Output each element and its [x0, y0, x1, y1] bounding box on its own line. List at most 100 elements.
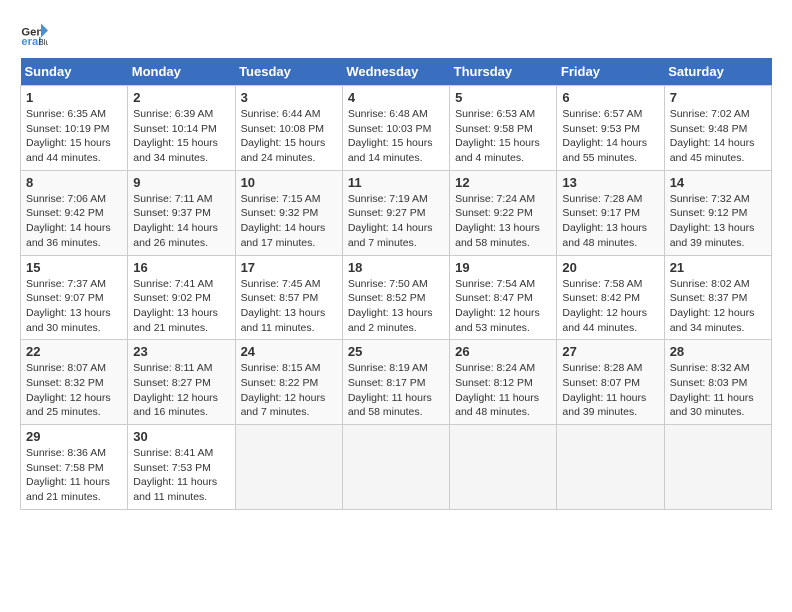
calendar-day-cell: 16 Sunrise: 7:41 AMSunset: 9:02 PMDayligh…	[128, 255, 235, 340]
logo: Gen eral Blue	[20, 20, 52, 48]
day-number: 5	[455, 90, 551, 105]
calendar-day-cell: 19Sunrise: 7:54 AMSunset: 8:47 PMDayligh…	[450, 255, 557, 340]
day-info: Sunrise: 8:07 AMSunset: 8:32 PMDaylight:…	[26, 361, 122, 420]
calendar-day-cell: 9 Sunrise: 7:11 AMSunset: 9:37 PMDaylight…	[128, 170, 235, 255]
day-number: 22	[26, 344, 122, 359]
day-info: Sunrise: 8:19 AMSunset: 8:17 PMDaylight:…	[348, 361, 444, 420]
day-info: Sunrise: 8:41 AMSunset: 7:53 PMDaylight:…	[133, 446, 229, 505]
calendar-day-cell: 28Sunrise: 8:32 AMSunset: 8:03 PMDayligh…	[664, 340, 771, 425]
day-number: 12	[455, 175, 551, 190]
day-info: Sunrise: 7:32 AMSunset: 9:12 PMDaylight:…	[670, 192, 766, 251]
calendar-day-cell: 8 Sunrise: 7:06 AMSunset: 9:42 PMDaylight…	[21, 170, 128, 255]
day-number: 17	[241, 260, 337, 275]
calendar-header: SundayMondayTuesdayWednesdayThursdayFrid…	[21, 58, 772, 86]
calendar-week-row: 1 Sunrise: 6:35 AMSunset: 10:19 PMDayligh…	[21, 86, 772, 171]
calendar-day-cell: 15 Sunrise: 7:37 AMSunset: 9:07 PMDayligh…	[21, 255, 128, 340]
calendar-day-cell	[557, 425, 664, 510]
calendar-day-cell	[235, 425, 342, 510]
weekday-header: Tuesday	[235, 58, 342, 86]
day-number: 9	[133, 175, 229, 190]
calendar-week-row: 15 Sunrise: 7:37 AMSunset: 9:07 PMDayligh…	[21, 255, 772, 340]
day-number: 30	[133, 429, 229, 444]
day-number: 29	[26, 429, 122, 444]
day-number: 20	[562, 260, 658, 275]
day-info: Sunrise: 8:28 AMSunset: 8:07 PMDaylight:…	[562, 361, 658, 420]
day-info: Sunrise: 7:19 AMSunset: 9:27 PMDaylight:…	[348, 192, 444, 251]
calendar-day-cell: 23 Sunrise: 8:11 AMSunset: 8:27 PMDayligh…	[128, 340, 235, 425]
logo-icon: Gen eral Blue	[20, 20, 48, 48]
calendar-day-cell: 2 Sunrise: 6:39 AMSunset: 10:14 PMDayligh…	[128, 86, 235, 171]
day-info: Sunrise: 6:35 AMSunset: 10:19 PMDaylight…	[26, 107, 122, 166]
calendar-day-cell: 21Sunrise: 8:02 AMSunset: 8:37 PMDayligh…	[664, 255, 771, 340]
day-number: 27	[562, 344, 658, 359]
day-info: Sunrise: 7:58 AMSunset: 8:42 PMDaylight:…	[562, 277, 658, 336]
weekday-header: Friday	[557, 58, 664, 86]
calendar-day-cell: 5 Sunrise: 6:53 AMSunset: 9:58 PMDaylight…	[450, 86, 557, 171]
calendar-day-cell	[450, 425, 557, 510]
svg-text:Blue: Blue	[38, 37, 48, 47]
calendar-week-row: 22 Sunrise: 8:07 AMSunset: 8:32 PMDayligh…	[21, 340, 772, 425]
calendar-day-cell: 25 Sunrise: 8:19 AMSunset: 8:17 PMDayligh…	[342, 340, 449, 425]
day-info: Sunrise: 8:15 AMSunset: 8:22 PMDaylight:…	[241, 361, 337, 420]
weekday-header: Monday	[128, 58, 235, 86]
day-number: 21	[670, 260, 766, 275]
calendar-day-cell	[342, 425, 449, 510]
calendar-table: SundayMondayTuesdayWednesdayThursdayFrid…	[20, 58, 772, 510]
day-number: 1	[26, 90, 122, 105]
day-number: 11	[348, 175, 444, 190]
day-number: 18	[348, 260, 444, 275]
day-info: Sunrise: 6:48 AMSunset: 10:03 PMDaylight…	[348, 107, 444, 166]
calendar-day-cell: 10 Sunrise: 7:15 AMSunset: 9:32 PMDayligh…	[235, 170, 342, 255]
calendar-day-cell	[664, 425, 771, 510]
calendar-week-row: 29 Sunrise: 8:36 AMSunset: 7:58 PMDayligh…	[21, 425, 772, 510]
day-number: 10	[241, 175, 337, 190]
day-info: Sunrise: 6:39 AMSunset: 10:14 PMDaylight…	[133, 107, 229, 166]
day-number: 23	[133, 344, 229, 359]
page-header: Gen eral Blue	[20, 20, 772, 48]
calendar-day-cell: 26Sunrise: 8:24 AMSunset: 8:12 PMDayligh…	[450, 340, 557, 425]
day-number: 13	[562, 175, 658, 190]
calendar-day-cell: 29 Sunrise: 8:36 AMSunset: 7:58 PMDayligh…	[21, 425, 128, 510]
calendar-day-cell: 6 Sunrise: 6:57 AMSunset: 9:53 PMDaylight…	[557, 86, 664, 171]
day-number: 14	[670, 175, 766, 190]
day-number: 2	[133, 90, 229, 105]
day-info: Sunrise: 7:15 AMSunset: 9:32 PMDaylight:…	[241, 192, 337, 251]
day-info: Sunrise: 7:06 AMSunset: 9:42 PMDaylight:…	[26, 192, 122, 251]
calendar-day-cell: 17 Sunrise: 7:45 AMSunset: 8:57 PMDayligh…	[235, 255, 342, 340]
calendar-day-cell: 24Sunrise: 8:15 AMSunset: 8:22 PMDayligh…	[235, 340, 342, 425]
day-number: 6	[562, 90, 658, 105]
day-info: Sunrise: 6:57 AMSunset: 9:53 PMDaylight:…	[562, 107, 658, 166]
calendar-day-cell: 11 Sunrise: 7:19 AMSunset: 9:27 PMDayligh…	[342, 170, 449, 255]
day-info: Sunrise: 7:37 AMSunset: 9:07 PMDaylight:…	[26, 277, 122, 336]
day-number: 25	[348, 344, 444, 359]
day-info: Sunrise: 8:36 AMSunset: 7:58 PMDaylight:…	[26, 446, 122, 505]
day-info: Sunrise: 7:50 AMSunset: 8:52 PMDaylight:…	[348, 277, 444, 336]
day-number: 4	[348, 90, 444, 105]
calendar-day-cell: 20 Sunrise: 7:58 AMSunset: 8:42 PMDayligh…	[557, 255, 664, 340]
day-info: Sunrise: 7:11 AMSunset: 9:37 PMDaylight:…	[133, 192, 229, 251]
day-number: 7	[670, 90, 766, 105]
day-info: Sunrise: 7:41 AMSunset: 9:02 PMDaylight:…	[133, 277, 229, 336]
day-info: Sunrise: 6:53 AMSunset: 9:58 PMDaylight:…	[455, 107, 551, 166]
calendar-day-cell: 30 Sunrise: 8:41 AMSunset: 7:53 PMDayligh…	[128, 425, 235, 510]
weekday-header: Wednesday	[342, 58, 449, 86]
calendar-week-row: 8 Sunrise: 7:06 AMSunset: 9:42 PMDaylight…	[21, 170, 772, 255]
day-number: 8	[26, 175, 122, 190]
day-number: 16	[133, 260, 229, 275]
calendar-day-cell: 18 Sunrise: 7:50 AMSunset: 8:52 PMDayligh…	[342, 255, 449, 340]
day-number: 3	[241, 90, 337, 105]
calendar-day-cell: 13 Sunrise: 7:28 AMSunset: 9:17 PMDayligh…	[557, 170, 664, 255]
day-info: Sunrise: 7:54 AMSunset: 8:47 PMDaylight:…	[455, 277, 551, 336]
day-info: Sunrise: 7:24 AMSunset: 9:22 PMDaylight:…	[455, 192, 551, 251]
weekday-header: Saturday	[664, 58, 771, 86]
weekday-header: Thursday	[450, 58, 557, 86]
calendar-day-cell: 12 Sunrise: 7:24 AMSunset: 9:22 PMDayligh…	[450, 170, 557, 255]
day-info: Sunrise: 7:02 AMSunset: 9:48 PMDaylight:…	[670, 107, 766, 166]
calendar-day-cell: 14 Sunrise: 7:32 AMSunset: 9:12 PMDayligh…	[664, 170, 771, 255]
day-info: Sunrise: 7:28 AMSunset: 9:17 PMDaylight:…	[562, 192, 658, 251]
calendar-day-cell: 7 Sunrise: 7:02 AMSunset: 9:48 PMDaylight…	[664, 86, 771, 171]
day-info: Sunrise: 8:11 AMSunset: 8:27 PMDaylight:…	[133, 361, 229, 420]
calendar-day-cell: 3Sunrise: 6:44 AMSunset: 10:08 PMDayligh…	[235, 86, 342, 171]
day-number: 15	[26, 260, 122, 275]
day-info: Sunrise: 7:45 AMSunset: 8:57 PMDaylight:…	[241, 277, 337, 336]
